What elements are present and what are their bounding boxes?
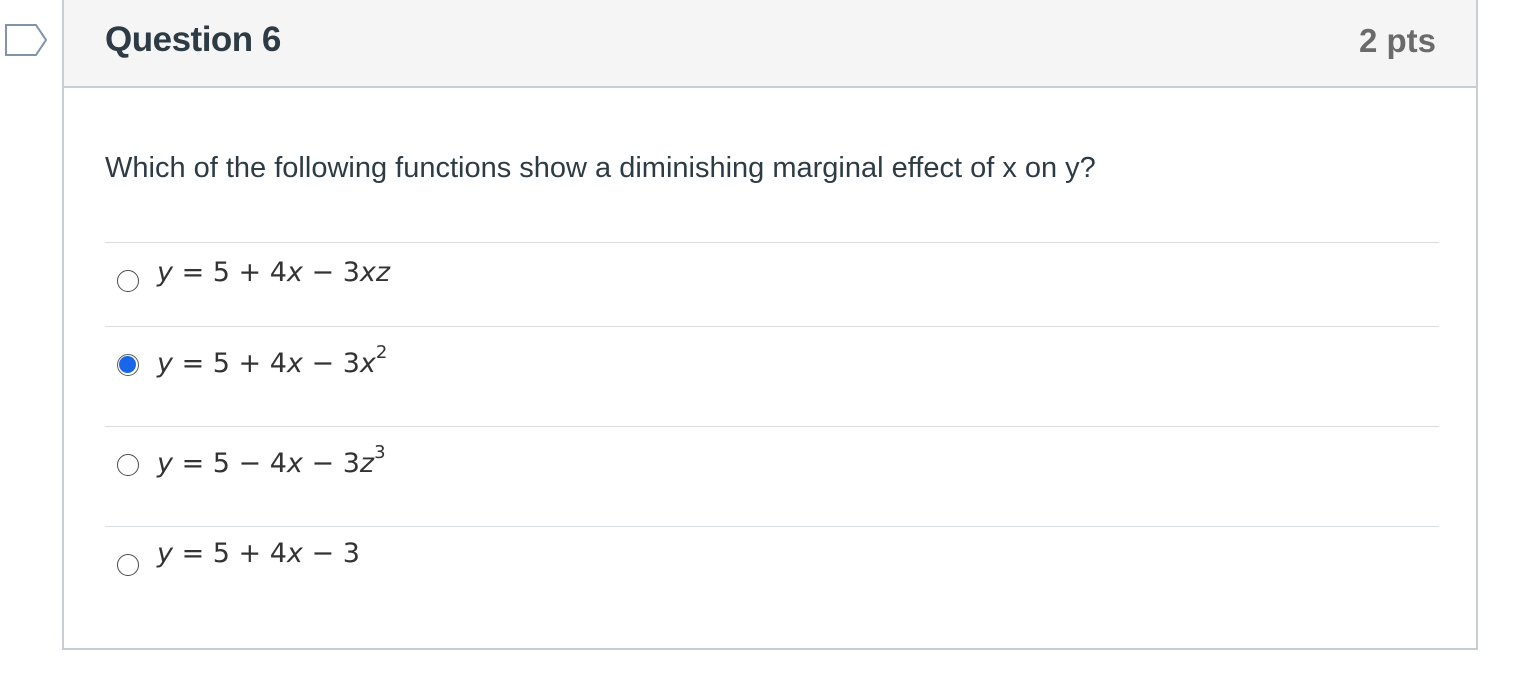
formula-text: − 3: [302, 348, 360, 379]
answer-formula: y = 5 + 4x − 3: [157, 538, 360, 569]
radio-button[interactable]: [117, 554, 139, 576]
formula-var-y: y: [157, 538, 173, 569]
question-title: Question 6: [105, 20, 281, 59]
formula-text: = 5 + 4: [172, 348, 287, 379]
formula-exponent: 2: [375, 342, 388, 363]
formula-var-x: x: [286, 538, 303, 569]
answer-option-4[interactable]: y = 5 + 4x − 3: [105, 526, 1439, 606]
formula-var-y: y: [157, 448, 173, 479]
question-points: 2 pts: [1358, 22, 1436, 59]
answer-formula: y = 5 + 4x − 3x2: [157, 344, 387, 380]
formula-var-x: x: [286, 348, 303, 379]
answer-option-1[interactable]: y = 5 + 4x − 3xz: [105, 242, 1439, 326]
radio-button[interactable]: [117, 454, 139, 476]
formula-var-y: y: [157, 257, 173, 288]
answer-option-3[interactable]: y = 5 − 4x − 3z3: [105, 426, 1439, 526]
formula-text: − 3: [302, 538, 360, 569]
answer-formula: y = 5 + 4x − 3xz: [157, 257, 390, 288]
answer-list: y = 5 + 4x − 3xz y = 5 + 4x − 3x2 y = 5 …: [105, 242, 1439, 606]
question-card: Question 6 2 pts Which of the following …: [62, 0, 1478, 650]
formula-text: = 5 + 4: [172, 257, 287, 288]
formula-text: = 5 − 4: [172, 448, 287, 479]
question-text: Which of the following functions show a …: [105, 152, 1096, 184]
answer-option-2[interactable]: y = 5 + 4x − 3x2: [105, 326, 1439, 426]
formula-exponent: 3: [374, 442, 386, 463]
answer-formula: y = 5 − 4x − 3z3: [157, 444, 386, 480]
radio-button-selected[interactable]: [117, 354, 139, 376]
question-header: Question 6 2 pts: [64, 0, 1476, 88]
formula-var-y: y: [157, 348, 173, 379]
formula-text: = 5 + 4: [172, 538, 287, 569]
formula-var-xz: xz: [359, 257, 391, 288]
formula-var-x: x: [286, 448, 303, 479]
formula-var-x: x: [286, 257, 303, 288]
formula-text: − 3: [302, 448, 360, 479]
formula-var-z: z: [359, 448, 375, 479]
formula-var-x: x: [359, 348, 376, 379]
formula-text: − 3: [302, 257, 360, 288]
flag-question-icon[interactable]: [4, 23, 48, 57]
radio-button[interactable]: [117, 270, 139, 292]
